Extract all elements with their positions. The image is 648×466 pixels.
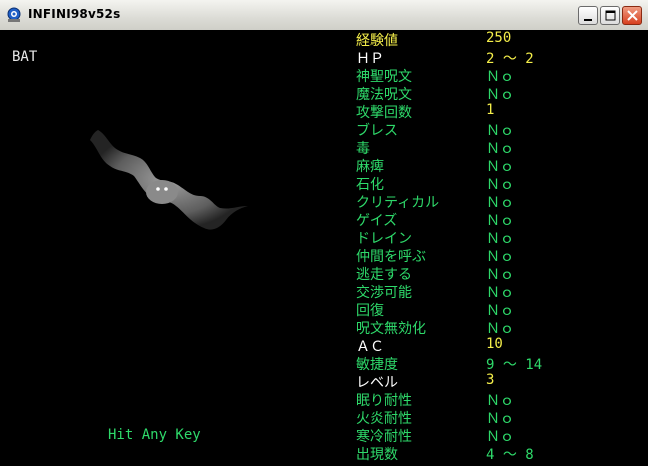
stat-label: 敏捷度 [356,357,398,373]
stat-value: 2 ～ 2 [486,51,534,67]
stat-value: 4 ～ 8 [486,447,534,463]
stat-value: Ｎｏ [486,177,514,193]
stat-value: 9 ～ 14 [486,357,543,373]
stat-label: 火炎耐性 [356,411,412,427]
stat-label: 逃走する [356,267,412,283]
stat-label: レベル [356,375,398,391]
game-screen[interactable]: BAT Hit Any Key 経験値 250 ＨＰ 2 ～ 2 神聖呪文 Ｎｏ 魔法呪文 Ｎ… [0,30,648,466]
title-bar[interactable]: INFINI98v52s [0,0,648,31]
stat-value: Ｎｏ [486,303,514,319]
stat-label: 毒 [356,141,370,157]
stat-label: 神聖呪文 [356,69,412,85]
stat-label: ブレス [356,123,398,139]
stat-value: Ｎｏ [486,69,514,85]
stat-value: 10 [486,336,503,352]
stat-label: 回復 [356,303,384,319]
stat-value: Ｎｏ [486,231,514,247]
stat-value: Ｎｏ [486,285,514,301]
stat-value: Ｎｏ [486,141,514,157]
stat-value: Ｎｏ [486,213,514,229]
infini-app-icon[interactable] [6,7,22,23]
stat-value: Ｎｏ [486,87,514,103]
stat-label: 呪文無効化 [356,321,426,337]
stat-label: ＨＰ [356,51,384,67]
stat-label: 麻痺 [356,159,384,175]
bat-sprite [90,130,248,230]
app-window: INFINI98v52s BAT Hit Any Key 経験値 250 ＨＰ … [0,0,648,466]
stat-value: Ｎｏ [486,321,514,337]
close-icon [627,10,638,21]
stat-label: 仲間を呼ぶ [356,249,426,265]
stat-value: Ｎｏ [486,249,514,265]
maximize-icon [605,10,616,21]
stat-value: 250 [486,30,512,46]
stat-label: 交渉可能 [356,285,412,301]
stat-label: ＡＣ [356,339,384,355]
stat-label: 出現数 [356,447,398,463]
stat-label: 攻撃回数 [356,105,412,121]
close-button[interactable] [622,6,642,25]
stat-label: 眠り耐性 [356,393,412,409]
stat-value: Ｎｏ [486,159,514,175]
minimize-button[interactable] [578,6,598,25]
window-title: INFINI98v52s [28,7,121,21]
stat-value: Ｎｏ [486,429,514,445]
stat-label: ドレイン [356,231,412,247]
monster-name: BAT [12,49,38,65]
stat-value: Ｎｏ [486,123,514,139]
stat-value: 1 [486,102,495,118]
stat-value: Ｎｏ [486,393,514,409]
stat-value: 3 [486,372,495,388]
stat-value: Ｎｏ [486,195,514,211]
stat-label: 魔法呪文 [356,87,412,103]
minimize-icon [584,19,592,21]
stat-label: クリティカル [356,195,440,211]
hit-any-key-prompt: Hit Any Key [108,427,201,443]
stat-value: Ｎｏ [486,267,514,283]
stat-label: ゲイズ [356,213,398,229]
maximize-button[interactable] [600,6,620,25]
stat-label: 寒冷耐性 [356,429,412,445]
stat-value: Ｎｏ [486,411,514,427]
stat-label: 経験値 [356,33,398,49]
stat-label: 石化 [356,177,384,193]
